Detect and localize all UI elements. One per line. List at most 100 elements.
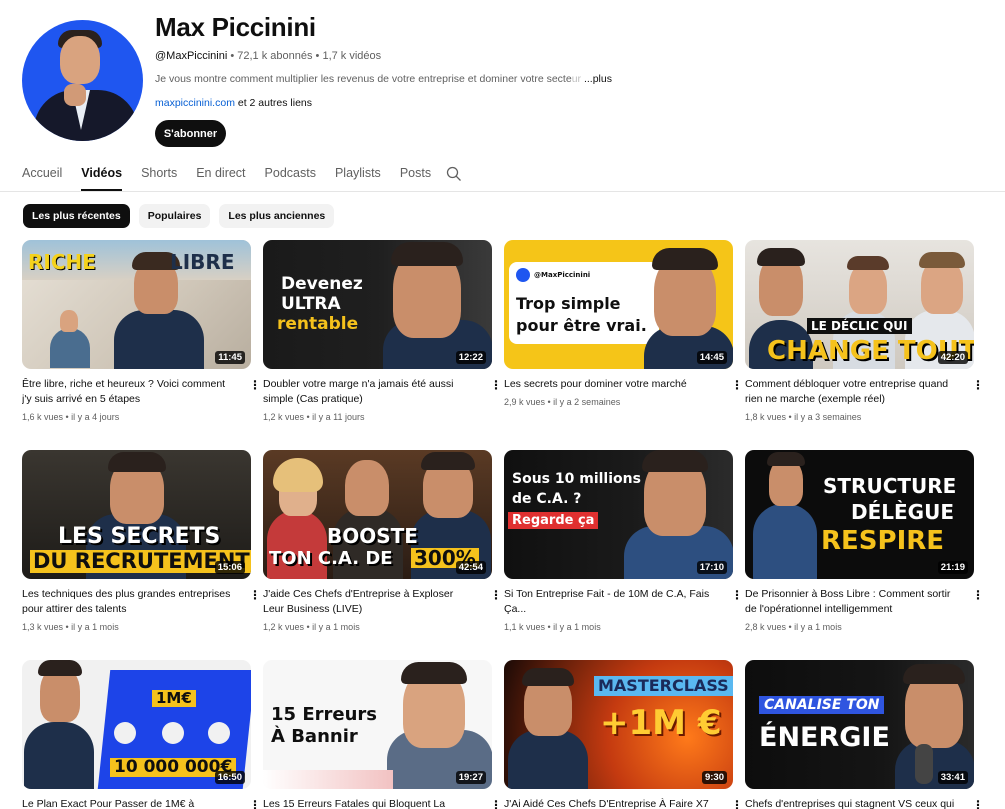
video-title[interactable]: Si Ton Entreprise Fait - de 10M de C.A, … — [504, 587, 718, 617]
thumb-text: DÉLÈGUE — [851, 500, 954, 524]
more-vert-icon[interactable]: ⋮ — [731, 798, 743, 809]
more-vert-icon[interactable]: ⋮ — [972, 378, 984, 392]
thumb-text: 15 Erreurs — [271, 704, 377, 725]
video-title[interactable]: De Prisonnier à Boss Libre : Comment sor… — [745, 587, 959, 617]
video-thumbnail[interactable]: CANALISE TON ÉNERGIE 33:41 — [745, 660, 974, 789]
video-meta: 1,2 k vues • il y a 11 jours — [263, 412, 365, 422]
tab-podcasts[interactable]: Podcasts — [265, 158, 316, 191]
channel-stats: • 72,1 k abonnés • 1,7 k vidéos — [227, 50, 382, 62]
tab-shorts[interactable]: Shorts — [141, 158, 177, 191]
thumb-text: ÉNERGIE — [759, 722, 890, 753]
video-thumbnail[interactable]: LES SECRETS DU RECRUTEMENT 15:06 — [22, 450, 251, 579]
video-duration: 19:27 — [455, 771, 486, 784]
video-title[interactable]: J'Ai Aidé Ces Chefs D'Entreprise À Faire… — [504, 797, 718, 809]
video-duration: 14:45 — [696, 351, 727, 364]
video-meta: 2,9 k vues • il y a 2 semaines — [504, 397, 621, 407]
thumb-text: LES SECRETS — [58, 524, 221, 549]
video-thumbnail[interactable]: Sous 10 millions de C.A. ? Regarde ça 17… — [504, 450, 733, 579]
channel-name: Max Piccinini — [155, 12, 316, 42]
video-title[interactable]: Doubler votre marge n'a jamais été aussi… — [263, 377, 477, 407]
tab-live[interactable]: En direct — [196, 158, 245, 191]
video-thumbnail[interactable]: @MaxPiccinini Trop simple pour être vrai… — [504, 240, 733, 369]
video-title[interactable]: Chefs d'entreprises qui stagnent VS ceux… — [745, 797, 959, 809]
thumb-text: Regarde ça — [508, 512, 599, 529]
video-card[interactable]: Devenez ULTRA rentable 12:22 Doubler vot… — [263, 240, 502, 422]
chip-oldest[interactable]: Les plus anciennes — [219, 204, 335, 228]
video-duration: 33:41 — [937, 771, 968, 784]
links-suffix[interactable]: et 2 autres liens — [235, 97, 312, 109]
more-vert-icon[interactable]: ⋮ — [249, 588, 261, 602]
subscribe-button[interactable]: S'abonner — [155, 120, 226, 147]
more-vert-icon[interactable]: ⋮ — [490, 588, 502, 602]
video-card[interactable]: MASTERCLASS +1M € 9:30 J'Ai Aidé Ces Che… — [504, 660, 743, 809]
video-thumbnail[interactable]: BOOSTE TON C.A. DE 300% 42:54 — [263, 450, 492, 579]
video-thumbnail[interactable]: Devenez ULTRA rentable 12:22 — [263, 240, 492, 369]
video-meta: 2,8 k vues • il y a 1 mois — [745, 622, 842, 632]
thumb-text: LE DÉCLIC QUI — [807, 318, 912, 334]
description-text: Je vous montre comment multiplier les re… — [155, 73, 572, 85]
video-card[interactable]: RICHE LIBRE 11:45 Être libre, riche et h… — [22, 240, 261, 422]
video-title[interactable]: Les 15 Erreurs Fatales qui Bloquent La — [263, 797, 477, 809]
channel-description[interactable]: Je vous montre comment multiplier les re… — [155, 73, 612, 85]
more-vert-icon[interactable]: ⋮ — [731, 588, 743, 602]
video-thumbnail[interactable]: 1M€ 10 000 000€ 16:50 — [22, 660, 251, 789]
video-card[interactable]: BOOSTE TON C.A. DE 300% 42:54 J'aide Ces… — [263, 450, 502, 632]
chip-recent[interactable]: Les plus récentes — [23, 204, 130, 228]
tab-videos[interactable]: Vidéos — [81, 158, 122, 191]
more-vert-icon[interactable]: ⋮ — [249, 798, 261, 809]
thumb-text: Devenez — [281, 274, 363, 294]
video-card[interactable]: 1M€ 10 000 000€ 16:50 Le Plan Exact Pour… — [22, 660, 261, 809]
video-duration: 15:06 — [214, 561, 245, 574]
chip-popular[interactable]: Populaires — [138, 204, 211, 228]
video-duration: 11:45 — [215, 351, 245, 364]
sort-chips: Les plus récentes Populaires Les plus an… — [23, 204, 335, 228]
video-card[interactable]: STRUCTURE DÉLÈGUE RESPIRE 21:19 De Priso… — [745, 450, 984, 632]
thumb-text: RICHE — [28, 250, 96, 274]
video-title[interactable]: Le Plan Exact Pour Passer de 1M€ à — [22, 797, 236, 809]
video-thumbnail[interactable]: RICHE LIBRE 11:45 — [22, 240, 251, 369]
video-thumbnail[interactable]: 15 Erreurs À Bannir 19:27 — [263, 660, 492, 789]
video-meta: 1,3 k vues • il y a 1 mois — [22, 622, 119, 632]
website-link[interactable]: maxpiccinini.com — [155, 97, 235, 109]
thumb-text: 1M€ — [152, 690, 196, 707]
tab-posts[interactable]: Posts — [400, 158, 431, 191]
thumb-text: À Bannir — [271, 726, 358, 747]
tabs-divider — [0, 191, 1005, 192]
video-card[interactable]: LES SECRETS DU RECRUTEMENT 15:06 Les tec… — [22, 450, 261, 632]
video-duration: 21:19 — [937, 561, 968, 574]
video-thumbnail[interactable]: MASTERCLASS +1M € 9:30 — [504, 660, 733, 789]
thumb-text: pour être vrai. — [516, 316, 647, 335]
tab-playlists[interactable]: Playlists — [335, 158, 381, 191]
video-title[interactable]: Comment débloquer votre entreprise quand… — [745, 377, 959, 407]
more-vert-icon[interactable]: ⋮ — [731, 378, 743, 392]
thumb-text: ULTRA — [281, 294, 341, 314]
thumb-text: STRUCTURE — [823, 474, 957, 498]
video-thumbnail[interactable]: STRUCTURE DÉLÈGUE RESPIRE 21:19 — [745, 450, 974, 579]
more-vert-icon[interactable]: ⋮ — [972, 798, 984, 809]
tab-accueil[interactable]: Accueil — [22, 158, 62, 191]
video-title[interactable]: J'aide Ces Chefs d'Entreprise à Exploser… — [263, 587, 477, 617]
channel-handle: @MaxPiccinini — [155, 50, 228, 62]
video-duration: 12:22 — [455, 351, 486, 364]
more-vert-icon[interactable]: ⋮ — [972, 588, 984, 602]
more-vert-icon[interactable]: ⋮ — [249, 378, 261, 392]
more-vert-icon[interactable]: ⋮ — [490, 798, 502, 809]
video-card[interactable]: LE DÉCLIC QUI CHANGE TOUT 42:20 Comment … — [745, 240, 984, 422]
description-fade: ur — [571, 73, 582, 85]
video-card[interactable]: @MaxPiccinini Trop simple pour être vrai… — [504, 240, 743, 407]
video-card[interactable]: CANALISE TON ÉNERGIE 33:41 Chefs d'entre… — [745, 660, 984, 809]
channel-tabs: Accueil Vidéos Shorts En direct Podcasts… — [22, 158, 450, 191]
more-vert-icon[interactable]: ⋮ — [490, 378, 502, 392]
more-link[interactable]: ...plus — [584, 73, 612, 85]
video-title[interactable]: Les techniques des plus grandes entrepri… — [22, 587, 236, 617]
search-icon[interactable] — [446, 166, 462, 182]
thumb-text: LIBRE — [170, 250, 235, 274]
video-meta: 1,1 k vues • il y a 1 mois — [504, 622, 601, 632]
video-card[interactable]: 15 Erreurs À Bannir 19:27 Les 15 Erreurs… — [263, 660, 502, 809]
video-title[interactable]: Être libre, riche et heureux ? Voici com… — [22, 377, 236, 407]
video-thumbnail[interactable]: LE DÉCLIC QUI CHANGE TOUT 42:20 — [745, 240, 974, 369]
thumb-text: MASTERCLASS — [594, 676, 733, 696]
video-title[interactable]: Les secrets pour dominer votre marché — [504, 377, 718, 392]
channel-avatar[interactable] — [22, 20, 143, 141]
video-card[interactable]: Sous 10 millions de C.A. ? Regarde ça 17… — [504, 450, 743, 632]
